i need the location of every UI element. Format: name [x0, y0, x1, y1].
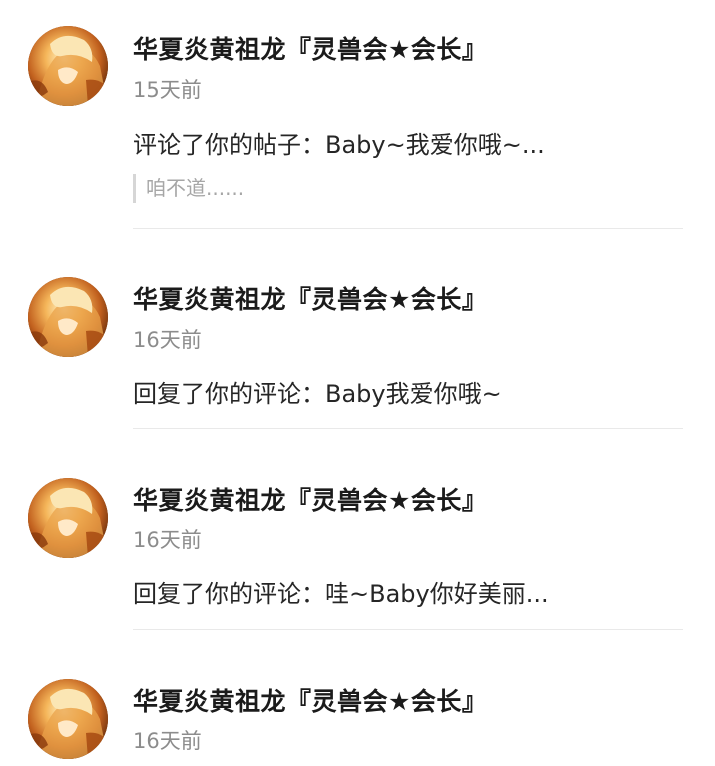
- avatar[interactable]: [28, 26, 108, 106]
- notification-item[interactable]: 华夏炎黄祖龙『灵兽会★会长』 16天前 回复了你的评论：哇~Baby你好美丽..…: [0, 451, 715, 631]
- notification-text[interactable]: 评论了你的帖子：Baby~我爱你哦~...: [133, 125, 545, 160]
- notification-text[interactable]: 回复了你的评论：哇~Baby你好美丽...: [133, 574, 549, 609]
- timestamp: 16天前: [133, 729, 202, 753]
- anime-character-avatar-icon: [28, 277, 108, 357]
- avatar[interactable]: [28, 679, 108, 759]
- timestamp: 16天前: [133, 328, 202, 352]
- divider: [133, 228, 683, 229]
- divider: [133, 629, 683, 630]
- notification-feed: 华夏炎黄祖龙『灵兽会★会长』 15天前 评论了你的帖子：Baby~我爱你哦~..…: [0, 0, 715, 766]
- notification-text[interactable]: 回复了你的评论：Baby我爱你哦~: [133, 374, 502, 409]
- anime-character-avatar-icon: [28, 478, 108, 558]
- user-name[interactable]: 华夏炎黄祖龙『灵兽会★会长』: [133, 682, 487, 718]
- anime-character-avatar-icon: [28, 679, 108, 759]
- avatar[interactable]: [28, 478, 108, 558]
- user-name[interactable]: 华夏炎黄祖龙『灵兽会★会长』: [133, 30, 487, 66]
- notification-item[interactable]: 华夏炎黄祖龙『灵兽会★会长』 16天前 回复了你的评论：Baby我爱你哦~: [0, 250, 715, 430]
- notification-item[interactable]: 华夏炎黄祖龙『灵兽会★会长』 16天前: [0, 652, 715, 766]
- notification-item[interactable]: 华夏炎黄祖龙『灵兽会★会长』 15天前 评论了你的帖子：Baby~我爱你哦~..…: [0, 0, 715, 230]
- avatar[interactable]: [28, 277, 108, 357]
- timestamp: 16天前: [133, 528, 202, 552]
- anime-character-avatar-icon: [28, 26, 108, 106]
- user-name[interactable]: 华夏炎黄祖龙『灵兽会★会长』: [133, 280, 487, 316]
- timestamp: 15天前: [133, 78, 202, 102]
- user-name[interactable]: 华夏炎黄祖龙『灵兽会★会长』: [133, 481, 487, 517]
- divider: [133, 428, 683, 429]
- quoted-comment: 咱不道......: [133, 174, 244, 203]
